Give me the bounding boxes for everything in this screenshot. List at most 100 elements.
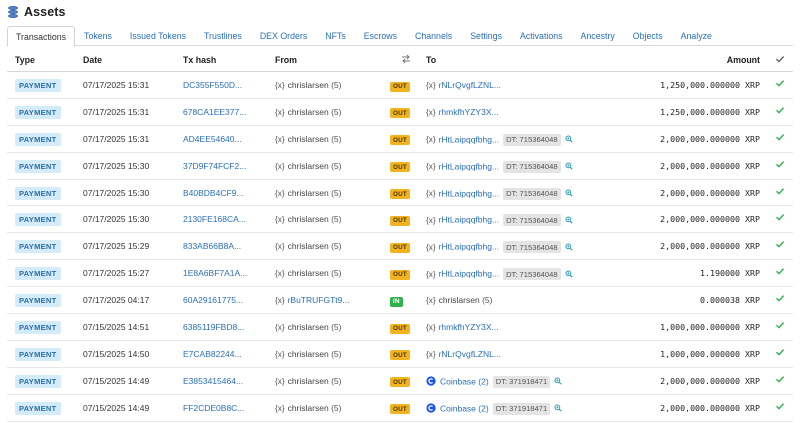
column-type[interactable]: Type <box>15 55 35 65</box>
tab-channels[interactable]: Channels <box>406 26 461 46</box>
from-account-count: (5) <box>331 106 342 117</box>
tx-hash-link[interactable]: E7CAB82244... <box>183 349 242 359</box>
column-from[interactable]: From <box>275 55 297 65</box>
from-account[interactable]: chrislarsen <box>288 403 329 413</box>
to-account[interactable]: Coinbase <box>440 403 476 413</box>
tab-tokens[interactable]: Tokens <box>75 26 121 46</box>
tx-hash-link[interactable]: 833AB66B8A... <box>183 241 241 251</box>
tx-hash-link[interactable]: B40BDB4CF9... <box>183 188 243 198</box>
to-account[interactable]: Coinbase <box>440 376 476 386</box>
table-row[interactable]: PAYMENT 07/17/2025 15:27 1E8A6BF7A1A... {x}… <box>7 260 793 288</box>
to-account[interactable]: rHtLaipqqfbhg... <box>439 161 499 171</box>
to-account[interactable]: rhmkfhYZY3X... <box>439 107 499 117</box>
table-row[interactable]: PAYMENT 07/17/2025 15:31 DC355F550D... {x} c… <box>7 72 793 99</box>
to-cell: {x} rNLrQvgfLZNL... <box>426 80 501 90</box>
from-account[interactable]: chrislarsen <box>288 376 329 386</box>
swap-arrows-icon[interactable] <box>401 54 411 64</box>
address-tag-icon: {x} <box>275 403 285 413</box>
tab-nfts[interactable]: NFTs <box>316 26 355 46</box>
from-account[interactable]: chrislarsen <box>288 349 329 359</box>
column-tx-hash[interactable]: Tx hash <box>183 55 216 65</box>
tx-hash-link[interactable]: 6385119FBD8... <box>183 322 244 332</box>
table-row[interactable]: PAYMENT 07/15/2025 14:51 6385119FBD8... {x}… <box>7 314 793 341</box>
table-row[interactable]: PAYMENT 07/17/2025 15:30 2130FE168CA... {x}… <box>7 206 793 234</box>
tx-hash-link[interactable]: AD4EE54640... <box>183 134 242 144</box>
to-cell: {x} rhmkfhYZY3X... <box>426 107 499 117</box>
direction-cell: OUT <box>390 268 410 280</box>
to-account[interactable]: rHtLaipqqfbhg... <box>439 269 499 279</box>
from-account-count: (5) <box>331 160 342 171</box>
tx-hash-link[interactable]: E3853415464... <box>183 376 243 386</box>
zoom-in-icon[interactable] <box>565 162 573 170</box>
from-account[interactable]: chrislarsen <box>288 161 329 171</box>
tab-settings[interactable]: Settings <box>461 26 511 46</box>
tx-hash-link[interactable]: FF2CDE0B8C... <box>183 403 244 413</box>
tab-objects[interactable]: Objects <box>624 26 672 46</box>
to-account[interactable]: rhmkfhYZY3X... <box>439 322 499 332</box>
to-account[interactable]: rHtLaipqqfbhg... <box>439 215 499 225</box>
table-row[interactable]: PAYMENT 07/17/2025 04:17 60A29161775... {x}… <box>7 287 793 315</box>
from-account[interactable]: chrislarsen <box>288 80 329 90</box>
date-cell: 07/15/2025 14:51 <box>83 322 150 333</box>
tx-hash-link[interactable]: DC355F550D... <box>183 80 242 90</box>
tx-hash-link[interactable]: 678CA1EE377... <box>183 107 246 117</box>
from-account[interactable]: chrislarsen <box>288 188 329 198</box>
type-cell: PAYMENT <box>15 267 61 281</box>
coinbase-logo-icon <box>426 403 436 413</box>
table-row[interactable]: PAYMENT 07/17/2025 15:29 833AB66B8A... {x} c… <box>7 233 793 261</box>
to-account[interactable]: rNLrQvgfLZNL... <box>439 80 501 90</box>
tx-hash-link[interactable]: 37D9F74FCF2... <box>183 161 246 171</box>
zoom-in-icon[interactable] <box>565 135 573 143</box>
tx-hash-link[interactable]: 1E8A6BF7A1A... <box>183 268 247 278</box>
zoom-in-icon[interactable] <box>565 189 573 197</box>
zoom-in-icon[interactable] <box>565 216 573 224</box>
zoom-in-icon[interactable] <box>554 377 562 385</box>
from-account[interactable]: rBuTRUFGTt9... <box>288 295 350 305</box>
column-to[interactable]: To <box>426 55 436 65</box>
table-row[interactable]: PAYMENT 07/15/2025 14:50 E7CAB82244... {x} c… <box>7 341 793 368</box>
tab-issued-tokens[interactable]: Issued Tokens <box>121 26 195 46</box>
table-row[interactable]: PAYMENT 07/15/2025 14:49 FF2CDE0B8C... {x} c… <box>7 395 793 422</box>
address-tag-icon: {x} <box>275 323 285 333</box>
from-account[interactable]: chrislarsen <box>288 134 329 144</box>
table-row[interactable]: PAYMENT 07/17/2025 15:30 37D9F74FCF2... {x}… <box>7 153 793 180</box>
from-account-count: (5) <box>331 348 342 359</box>
to-account[interactable]: rHtLaipqqfbhg... <box>439 188 499 198</box>
tx-hash-link[interactable]: 60A29161775... <box>183 295 243 305</box>
from-account[interactable]: chrislarsen <box>288 268 329 278</box>
table-row[interactable]: PAYMENT 07/17/2025 15:30 B40BDB4CF9... {x} c… <box>7 180 793 207</box>
tx-hash-link[interactable]: 2130FE168CA... <box>183 214 246 224</box>
zoom-in-icon[interactable] <box>565 243 573 251</box>
address-tag-icon: {x} <box>426 189 436 199</box>
column-amount[interactable]: Amount <box>727 55 760 65</box>
from-account[interactable]: chrislarsen <box>288 241 329 251</box>
tab-ancestry[interactable]: Ancestry <box>572 26 624 46</box>
table-body: PAYMENT 07/17/2025 15:31 DC355F550D... {x} c… <box>7 72 793 422</box>
table-row[interactable]: PAYMENT 07/15/2025 14:49 E3853415464... {x}… <box>7 368 793 395</box>
date-cell: 07/15/2025 14:49 <box>83 402 150 413</box>
to-account[interactable]: rHtLaipqqfbhg... <box>439 134 499 144</box>
to-account[interactable]: rHtLaipqqfbhg... <box>439 242 499 252</box>
zoom-in-icon[interactable] <box>565 270 573 278</box>
from-account[interactable]: chrislarsen <box>288 214 329 224</box>
table-row[interactable]: PAYMENT 07/17/2025 15:31 678CA1EE377... {x}… <box>7 99 793 126</box>
tab-escrows[interactable]: Escrows <box>355 26 406 46</box>
from-account[interactable]: chrislarsen <box>288 322 329 332</box>
tab-dex-orders[interactable]: DEX Orders <box>251 26 316 46</box>
tab-trustlines[interactable]: Trustlines <box>195 26 251 46</box>
zoom-in-icon[interactable] <box>554 404 562 412</box>
from-account[interactable]: chrislarsen <box>288 107 329 117</box>
table-row[interactable]: PAYMENT 07/17/2025 15:31 AD4EE54640... {x} c… <box>7 126 793 153</box>
to-account[interactable]: chrislarsen <box>439 295 480 305</box>
tab-activations[interactable]: Activations <box>511 26 572 46</box>
address-tag-icon: {x} <box>275 215 285 225</box>
type-cell: PAYMENT <box>15 159 61 173</box>
column-date[interactable]: Date <box>83 55 102 65</box>
destination-tag-badge: DT: 715364048 <box>503 241 561 254</box>
to-account[interactable]: rNLrQvgfLZNL... <box>439 349 501 359</box>
tab-transactions[interactable]: Transactions <box>7 26 76 47</box>
to-account-count: (2) <box>478 376 489 387</box>
direction-cell: OUT <box>390 349 410 361</box>
tab-analyze[interactable]: Analyze <box>672 26 721 46</box>
type-cell: PAYMENT <box>15 79 61 92</box>
